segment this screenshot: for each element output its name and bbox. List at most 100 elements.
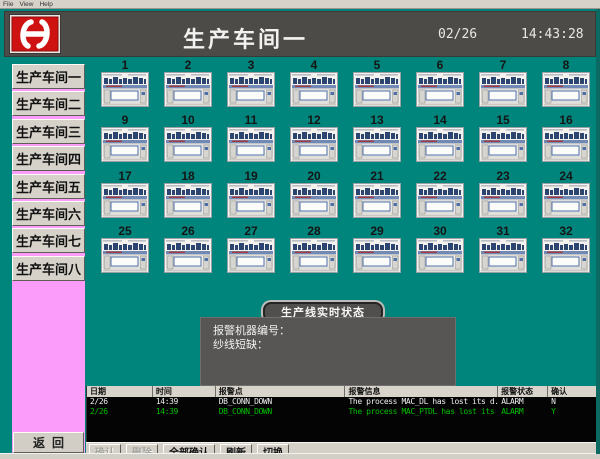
alarm-row[interactable]: 2/2614:39DB_CONN_DOWNThe process MAC_DL … bbox=[87, 397, 597, 407]
sidebar-item-workshop-3[interactable]: 生产车间三 bbox=[12, 119, 85, 144]
machine-number: 5 bbox=[374, 59, 381, 72]
sidebar-item-workshop-6[interactable]: 生产车间六 bbox=[12, 201, 85, 226]
sidebar-item-workshop-5[interactable]: 生产车间五 bbox=[12, 174, 85, 199]
machine-number: 22 bbox=[433, 170, 446, 183]
machine-cell[interactable]: 4 bbox=[290, 59, 338, 108]
machine-cell[interactable]: 2 bbox=[164, 59, 212, 108]
alarm-cell: 2/26 bbox=[87, 407, 153, 417]
alarm-cell: The process MAC_DL has lost its d.. bbox=[346, 397, 499, 407]
machine-cell[interactable]: 6 bbox=[416, 59, 464, 108]
machine-cell[interactable]: 20 bbox=[290, 170, 338, 219]
knitting-machine-icon bbox=[353, 238, 401, 273]
knitting-machine-icon bbox=[290, 183, 338, 218]
alarm-cell: Y bbox=[548, 407, 597, 417]
knitting-machine-icon bbox=[101, 72, 149, 107]
machine-cell[interactable]: 10 bbox=[164, 114, 212, 163]
machine-number: 8 bbox=[563, 59, 570, 72]
alarm-header: 日期时间报警点报警信息报警状态确认 bbox=[87, 386, 597, 397]
machine-cell[interactable]: 3 bbox=[227, 59, 275, 108]
machine-cell[interactable]: 29 bbox=[353, 225, 401, 274]
knitting-machine-icon bbox=[290, 72, 338, 107]
alarm-cell: 14:39 bbox=[153, 407, 216, 417]
machine-cell[interactable]: 16 bbox=[542, 114, 590, 163]
sidebar-item-workshop-2[interactable]: 生产车间二 bbox=[12, 91, 85, 116]
sidebar-item-workshop-8[interactable]: 生产车间八 bbox=[12, 256, 85, 281]
machine-cell[interactable]: 30 bbox=[416, 225, 464, 274]
machine-cell[interactable]: 14 bbox=[416, 114, 464, 163]
machine-cell[interactable]: 12 bbox=[290, 114, 338, 163]
menu-bar: File View Help bbox=[0, 0, 600, 9]
machine-number: 1 bbox=[122, 59, 129, 72]
company-logo-icon bbox=[9, 14, 61, 54]
machine-cell[interactable]: 8 bbox=[542, 59, 590, 108]
machine-number: 2 bbox=[185, 59, 192, 72]
menu-file[interactable]: File bbox=[3, 0, 13, 9]
alarm-cell: ALARM bbox=[498, 407, 548, 417]
machine-cell[interactable]: 5 bbox=[353, 59, 401, 108]
machine-number: 32 bbox=[559, 225, 572, 238]
machine-cell[interactable]: 17 bbox=[101, 170, 149, 219]
machine-number: 9 bbox=[122, 114, 129, 127]
knitting-machine-icon bbox=[227, 183, 275, 218]
return-button[interactable]: 返回 bbox=[13, 432, 84, 453]
knitting-machine-icon bbox=[227, 238, 275, 273]
machine-cell[interactable]: 24 bbox=[542, 170, 590, 219]
machine-cell[interactable]: 7 bbox=[479, 59, 527, 108]
machine-cell[interactable]: 22 bbox=[416, 170, 464, 219]
machine-number: 21 bbox=[370, 170, 383, 183]
header-bar: 生产车间一 02/26 14:43:28 bbox=[4, 11, 596, 57]
knitting-machine-icon bbox=[101, 127, 149, 162]
knitting-machine-icon bbox=[227, 127, 275, 162]
alarm-rows: 2/2614:39DB_CONN_DOWNThe process MAC_DL … bbox=[87, 397, 597, 417]
machine-number: 24 bbox=[559, 170, 572, 183]
knitting-machine-icon bbox=[164, 183, 212, 218]
workshop-sidebar: 生产车间一生产车间二生产车间三生产车间四生产车间五生产车间六生产车间七生产车间八… bbox=[12, 64, 85, 454]
sidebar-item-workshop-4[interactable]: 生产车间四 bbox=[12, 146, 85, 171]
machine-number: 31 bbox=[496, 225, 509, 238]
machine-cell[interactable]: 19 bbox=[227, 170, 275, 219]
machine-number: 17 bbox=[118, 170, 131, 183]
machine-number: 15 bbox=[496, 114, 509, 127]
machine-number: 29 bbox=[370, 225, 383, 238]
knitting-machine-icon bbox=[353, 183, 401, 218]
knitting-machine-icon bbox=[479, 183, 527, 218]
machine-cell[interactable]: 28 bbox=[290, 225, 338, 274]
alarm-row[interactable]: 2/2614:39DB_CONN_DOWNThe process MAC_PTD… bbox=[87, 407, 597, 417]
machine-cell[interactable]: 21 bbox=[353, 170, 401, 219]
menu-view[interactable]: View bbox=[19, 0, 33, 9]
machine-number: 16 bbox=[559, 114, 572, 127]
machine-cell[interactable]: 1 bbox=[101, 59, 149, 108]
machine-cell[interactable]: 31 bbox=[479, 225, 527, 274]
column-header: 确认 bbox=[548, 386, 597, 397]
machine-cell[interactable]: 18 bbox=[164, 170, 212, 219]
machine-cell[interactable]: 13 bbox=[353, 114, 401, 163]
knitting-machine-icon bbox=[101, 183, 149, 218]
knitting-machine-icon bbox=[101, 238, 149, 273]
column-header: 报警点 bbox=[216, 386, 346, 397]
menu-help[interactable]: Help bbox=[39, 0, 52, 9]
alarm-cell: The process MAC_PTDL has lost its .. bbox=[346, 407, 499, 417]
machine-number: 18 bbox=[181, 170, 194, 183]
machine-number: 19 bbox=[244, 170, 257, 183]
knitting-machine-icon bbox=[479, 127, 527, 162]
sidebar-item-workshop-7[interactable]: 生产车间七 bbox=[12, 228, 85, 253]
machine-cell[interactable]: 26 bbox=[164, 225, 212, 274]
window-right-border bbox=[596, 9, 600, 454]
alarm-cell: N bbox=[548, 397, 597, 407]
machine-cell[interactable]: 9 bbox=[101, 114, 149, 163]
machine-cell[interactable]: 11 bbox=[227, 114, 275, 163]
column-header: 时间 bbox=[153, 386, 216, 397]
machine-cell[interactable]: 27 bbox=[227, 225, 275, 274]
knitting-machine-icon bbox=[227, 72, 275, 107]
machine-cell[interactable]: 25 bbox=[101, 225, 149, 274]
machine-cell[interactable]: 32 bbox=[542, 225, 590, 274]
knitting-machine-icon bbox=[164, 238, 212, 273]
alarm-cell: ALARM bbox=[498, 397, 548, 407]
knitting-machine-icon bbox=[416, 238, 464, 273]
machine-cell[interactable]: 15 bbox=[479, 114, 527, 163]
machine-number: 26 bbox=[181, 225, 194, 238]
machine-number: 27 bbox=[244, 225, 257, 238]
machine-cell[interactable]: 23 bbox=[479, 170, 527, 219]
knitting-machine-icon bbox=[542, 127, 590, 162]
sidebar-item-workshop-1[interactable]: 生产车间一 bbox=[12, 64, 85, 89]
